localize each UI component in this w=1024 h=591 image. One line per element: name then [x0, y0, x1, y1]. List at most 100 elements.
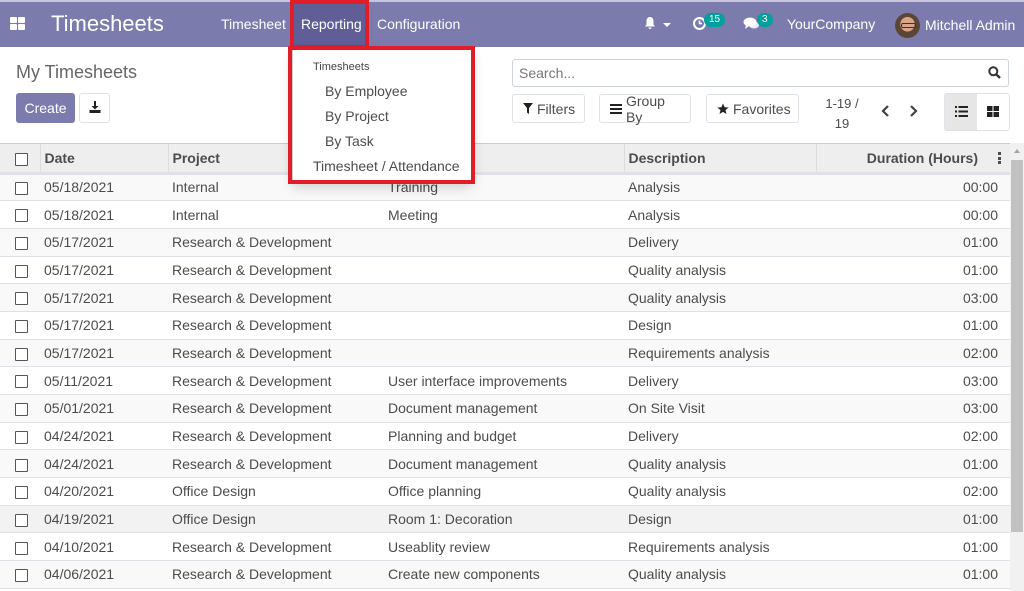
table-row[interactable]: 04/10/2021 Research & Development Useablit…	[0, 532, 1010, 561]
group-by-button[interactable]: Group By	[599, 93, 691, 125]
cell-description: Design	[628, 511, 672, 528]
cell-description: Quality analysis	[628, 289, 727, 306]
cell-task	[384, 228, 624, 256]
table-row[interactable]: 05/18/2021 Internal Training Analysis 00:00	[0, 173, 1010, 201]
select-all-checkbox[interactable]	[15, 152, 28, 166]
download-icon	[89, 100, 101, 116]
cell-date: 05/11/2021	[44, 372, 114, 389]
user-menu[interactable]: Mitchell Admin	[895, 12, 1015, 38]
scroll-up-arrow-icon[interactable]	[1014, 149, 1020, 153]
table-row[interactable]: 04/24/2021 Research & Development Document…	[0, 449, 1010, 478]
create-button[interactable]: Create	[16, 93, 75, 123]
row-checkbox[interactable]	[15, 486, 28, 500]
row-checkbox[interactable]	[15, 430, 28, 444]
cell-duration: 03:00	[962, 289, 998, 306]
pager-total: 19	[834, 116, 850, 131]
row-checkbox-cell	[0, 533, 40, 561]
cell-project: Office Design	[172, 483, 256, 500]
table-row[interactable]: 05/17/2021 Research & Development Requirem…	[0, 339, 1010, 367]
row-checkbox[interactable]	[15, 264, 28, 278]
table-row[interactable]: 05/17/2021 Research & Development Design 01…	[0, 311, 1010, 340]
column-header-date[interactable]: Date	[39, 144, 168, 173]
row-checkbox-cell	[0, 561, 40, 589]
row-checkbox[interactable]	[15, 292, 28, 306]
notifications-button[interactable]	[643, 2, 671, 47]
list-view-button[interactable]	[945, 94, 977, 130]
cell-description: Delivery	[628, 372, 679, 389]
kanban-view-button[interactable]	[977, 94, 1009, 130]
menu-item-timesheet-attendance[interactable]: Timesheet / Attendance	[313, 158, 460, 174]
apps-menu-icon[interactable]	[10, 17, 25, 31]
menu-item-by-employee[interactable]: By Employee	[325, 83, 407, 99]
row-checkbox[interactable]	[15, 458, 28, 472]
table-row[interactable]: 05/17/2021 Research & Development Quality …	[0, 256, 1010, 284]
table-row[interactable]: 04/20/2021 Office Design Office planning Qu…	[0, 477, 1010, 506]
activities-count-badge: 15	[704, 12, 726, 27]
table-row[interactable]: 05/11/2021 Research & Development User int…	[0, 366, 1010, 395]
cell-date: 05/17/2021	[44, 261, 115, 278]
vertical-scrollbar[interactable]	[1010, 143, 1024, 591]
export-button[interactable]	[79, 93, 110, 123]
cell-project: Office Design	[172, 511, 256, 528]
row-checkbox[interactable]	[15, 182, 28, 196]
cell-duration: 01:00	[962, 234, 998, 251]
row-checkbox[interactable]	[15, 541, 28, 555]
table-row[interactable]: 05/18/2021 Internal Meeting Analysis 00:00	[0, 200, 1010, 229]
row-checkbox[interactable]	[15, 403, 28, 417]
pager-value[interactable]: 1-19 / 19	[822, 94, 862, 134]
row-checkbox[interactable]	[15, 347, 28, 361]
cell-duration: 03:00	[962, 372, 998, 389]
cell-task: Create new components	[388, 566, 540, 583]
pager-next-button[interactable]	[907, 104, 919, 118]
menu-item-by-task[interactable]: By Task	[325, 133, 374, 149]
table-row[interactable]: 04/24/2021 Research & Development Planning…	[0, 422, 1010, 450]
row-checkbox-cell	[0, 256, 40, 284]
row-checkbox[interactable]	[15, 209, 28, 223]
table-row[interactable]: 04/19/2021 Office Design Room 1: Decoratio…	[0, 505, 1010, 533]
cell-date: 05/17/2021	[44, 234, 115, 251]
cell-project: Research & Development	[172, 261, 332, 278]
cell-duration: 02:00	[962, 344, 998, 361]
pager-previous-button[interactable]	[880, 104, 892, 118]
search-input[interactable]	[513, 60, 973, 86]
menu-configuration[interactable]: Configuration	[369, 2, 468, 47]
menu-reporting[interactable]: Reporting	[293, 2, 366, 47]
menu-item-by-project[interactable]: By Project	[325, 108, 389, 124]
chevron-right-icon	[907, 105, 919, 121]
row-checkbox-cell	[0, 228, 40, 256]
cell-task: Room 1: Decoration	[388, 511, 513, 528]
cell-date: 05/01/2021	[44, 400, 115, 417]
table-row[interactable]: 05/17/2021 Research & Development Delivery…	[0, 228, 1010, 257]
table-row[interactable]: 05/01/2021 Research & Development Document…	[0, 394, 1010, 423]
cell-task: Meeting	[388, 206, 438, 223]
cell-date: 04/19/2021	[44, 511, 115, 528]
bars-icon	[610, 103, 622, 114]
scrollbar-thumb[interactable]	[1011, 160, 1023, 532]
row-checkbox[interactable]	[15, 569, 28, 583]
cell-duration: 01:00	[962, 261, 998, 278]
optional-columns-toggle-icon[interactable]	[998, 152, 1002, 164]
column-header-description[interactable]: Description	[623, 144, 816, 173]
search-icon[interactable]	[988, 66, 1001, 82]
table-row[interactable]: 04/06/2021 Research & Development Create n…	[0, 560, 1010, 589]
company-switcher[interactable]: YourCompany	[787, 2, 875, 47]
cell-duration: 02:00	[962, 483, 998, 500]
row-checkbox[interactable]	[15, 320, 28, 334]
row-checkbox-cell	[0, 367, 40, 395]
favorites-button[interactable]: Favorites	[706, 94, 799, 123]
row-checkbox[interactable]	[15, 375, 28, 389]
cell-date: 05/17/2021	[44, 289, 115, 306]
cell-duration: 02:00	[962, 428, 998, 445]
row-checkbox[interactable]	[15, 237, 28, 251]
table-row[interactable]: 05/17/2021 Research & Development Quality …	[0, 283, 1010, 312]
activities-button[interactable]: 15	[692, 2, 726, 47]
row-checkbox[interactable]	[15, 513, 28, 527]
column-header-duration[interactable]: Duration (Hours)	[815, 144, 1010, 173]
cell-project: Research & Development	[172, 428, 332, 445]
cell-duration: 01:00	[962, 538, 998, 555]
search-bar	[512, 59, 1009, 87]
cell-task	[384, 284, 624, 312]
filters-button[interactable]: Filters	[512, 94, 585, 123]
menu-timesheet[interactable]: Timesheet	[213, 2, 294, 47]
messages-button[interactable]: 3	[743, 2, 773, 47]
